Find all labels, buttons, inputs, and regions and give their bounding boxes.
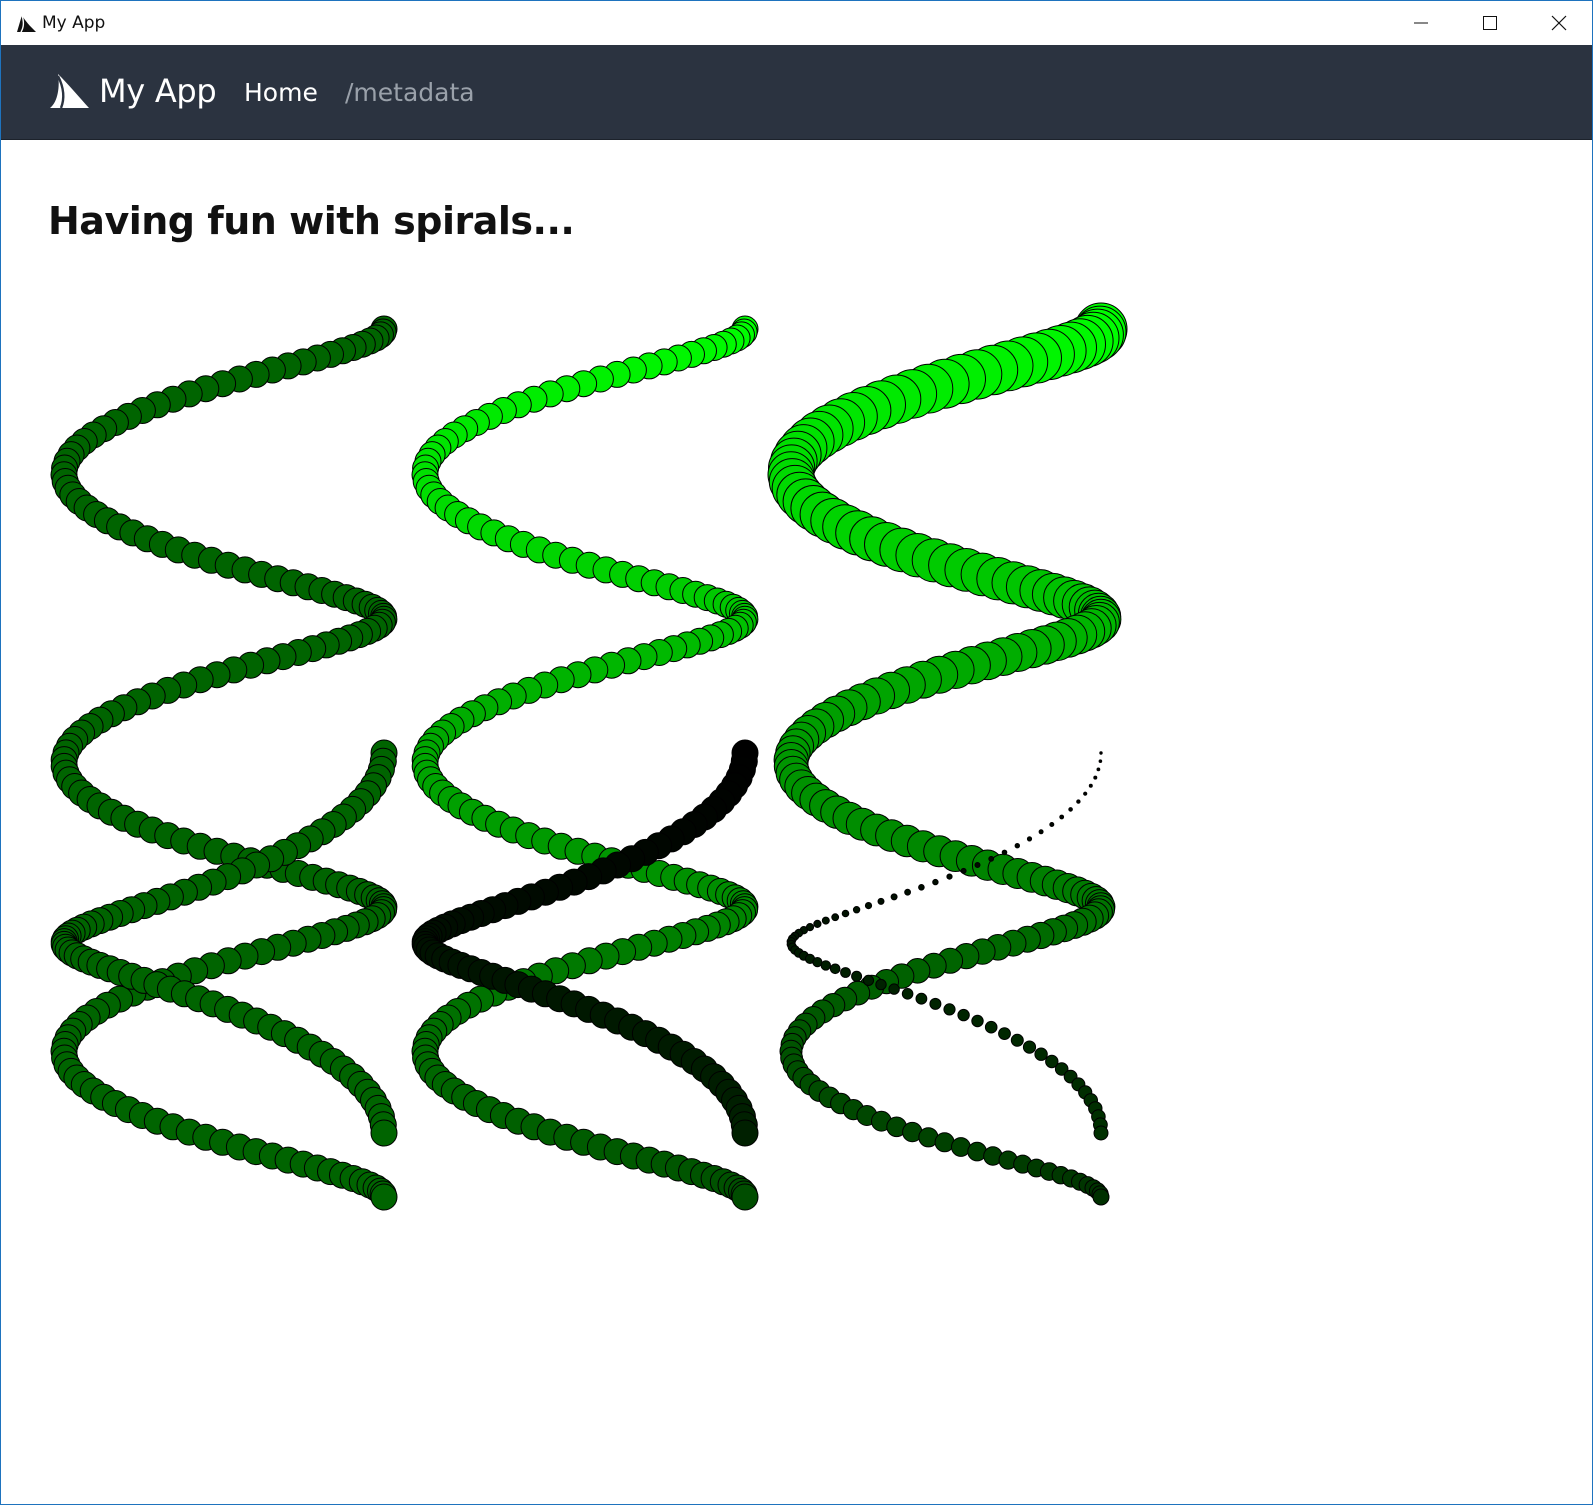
spiral-point	[929, 997, 942, 1010]
spiral-point	[862, 974, 875, 987]
spiral-point	[1076, 799, 1081, 804]
spiral-point	[918, 884, 925, 891]
spiral-point	[1059, 814, 1065, 820]
spiral-point	[915, 992, 928, 1005]
spiral-point	[974, 862, 981, 868]
spiral-point	[875, 978, 887, 991]
spiral-point	[370, 1119, 398, 1147]
spiral-point	[820, 960, 831, 971]
spiral-point	[1083, 791, 1088, 796]
spiral-point	[1038, 829, 1044, 835]
spiral-point	[370, 1183, 398, 1211]
spiral-point	[890, 893, 898, 901]
spiral-point	[813, 919, 822, 929]
spiral-point	[864, 902, 873, 910]
spiral-point	[901, 988, 914, 1000]
spiral-point	[1049, 822, 1055, 827]
spiral-point	[841, 909, 850, 918]
spiral-point	[1034, 1047, 1048, 1061]
spiral-point	[988, 855, 995, 862]
spiral-point	[1098, 759, 1103, 764]
spiral-point	[1099, 751, 1103, 755]
spiral-point	[1092, 1188, 1110, 1206]
app-window: My App My App Home /metadata Having fun …	[0, 0, 1593, 1505]
spiral-point	[946, 873, 953, 880]
spiral-point	[821, 916, 830, 925]
spiral-point	[904, 888, 911, 896]
spiral-point	[877, 897, 885, 905]
spiral-point	[1014, 843, 1020, 849]
spiral-point	[1096, 767, 1101, 772]
spiral-point	[984, 1020, 998, 1034]
spiral-2	[411, 315, 759, 1211]
spiral-point	[998, 1027, 1011, 1040]
spirals-canvas	[50, 302, 1128, 1211]
spiral-point	[831, 913, 840, 922]
spiral-3	[767, 302, 1128, 1206]
spiral-point	[960, 867, 967, 874]
spiral-point	[1093, 1125, 1109, 1141]
spiral-point	[932, 878, 939, 886]
spiral-point	[829, 963, 841, 975]
spiral-point	[731, 1119, 759, 1147]
spiral-point	[1093, 775, 1098, 780]
spiral-point	[1068, 807, 1073, 812]
spiral-1	[50, 315, 398, 1211]
spiral-point	[1010, 1033, 1024, 1047]
spiral-point	[1022, 1040, 1037, 1054]
spiral-point	[957, 1008, 970, 1022]
spiral-point	[1088, 783, 1093, 788]
spiral-point	[1026, 836, 1033, 842]
spiral-point	[852, 906, 861, 914]
spiral-point	[943, 1003, 956, 1016]
spiral-point	[840, 967, 851, 978]
spiral-point	[888, 983, 900, 995]
spiral-point	[731, 1183, 759, 1211]
spiral-point	[951, 1137, 971, 1157]
spiral-point	[851, 970, 863, 982]
spiral-point	[1001, 849, 1008, 856]
spiral-point	[971, 1014, 984, 1028]
